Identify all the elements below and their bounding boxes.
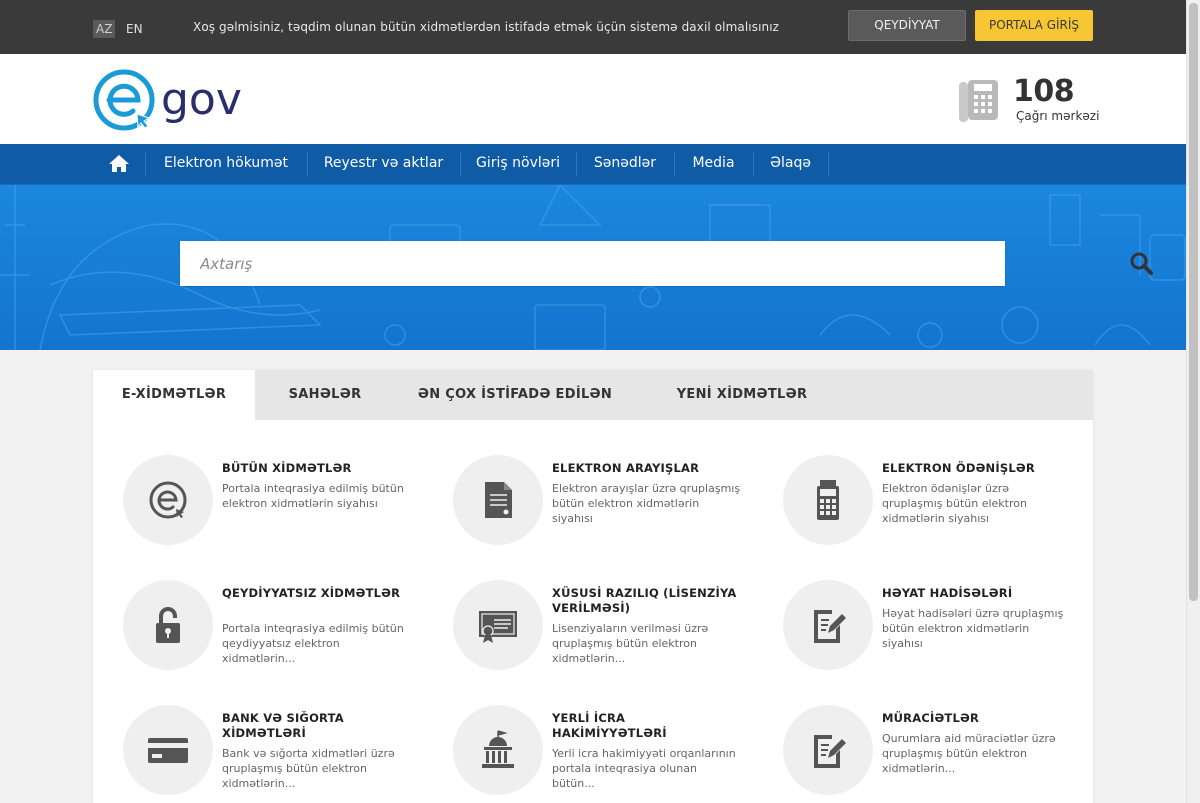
- nav-item-registry[interactable]: Reyestr və aktlar: [307, 144, 460, 184]
- service-title: XÜSUSİ RAZILIQ (LİSENZİYA VERİLMƏSİ): [552, 586, 737, 615]
- welcome-message: Xoş gəlmisiniz, təqdim olunan bütün xidm…: [193, 20, 780, 34]
- phone-icon: [958, 80, 1002, 124]
- service-description: Portala inteqrasiya edilmiş bütün elektr…: [222, 482, 404, 510]
- service-card-appeals[interactable]: MÜRACİƏTLƏR Qurumlara aid müraciətlər üz…: [783, 705, 1083, 803]
- services-panel: E-XİDMƏTLƏR SAHƏLƏR ƏN ÇOX İSTİFADƏ EDİL…: [93, 370, 1093, 803]
- edit-document-icon: [814, 610, 846, 643]
- main-nav: Elektron hökumət Reyestr və aktlar Giriş…: [0, 144, 1186, 185]
- service-card-licenses[interactable]: XÜSUSİ RAZILIQ (LİSENZİYA VERİLMƏSİ) Lis…: [453, 580, 753, 690]
- service-title: BÜTÜN XİDMƏTLƏR: [222, 461, 352, 475]
- service-card-electronic-payments[interactable]: ELEKTRON ÖDƏNİŞLƏR Elektron ödənişlər üz…: [783, 455, 1083, 565]
- search-input[interactable]: [180, 241, 940, 286]
- egov-logo[interactable]: gov: [93, 68, 263, 132]
- service-title: BANK VƏ SIĞORTA XİDMƏTLƏRİ: [222, 711, 344, 740]
- service-title: QEYDİYYATSIZ XİDMƏTLƏR: [222, 586, 401, 600]
- service-description: Elektron ödənişlər üzrə qruplaşmış bütün…: [882, 482, 1027, 525]
- tab-most-used[interactable]: ƏN ÇOX İSTİFADƏ EDİLƏN: [395, 370, 635, 420]
- nav-item-electronic-government[interactable]: Elektron hökumət: [145, 144, 307, 184]
- language-en[interactable]: EN: [123, 20, 146, 38]
- hotline-number: 108: [1013, 74, 1075, 109]
- edit-document-icon: [814, 735, 846, 768]
- site-header: gov 108 Çağrı mərkəzi: [0, 54, 1186, 144]
- service-title: MÜRACİƏTLƏR: [882, 711, 980, 725]
- service-description: Portala inteqrasiya edilmiş bütün qeydiy…: [222, 622, 404, 665]
- service-title: ELEKTRON ÖDƏNİŞLƏR: [882, 461, 1035, 475]
- service-card-unregistered-services[interactable]: QEYDİYYATSIZ XİDMƏTLƏR Portala inteqrasi…: [123, 580, 423, 690]
- service-description: Yerli icra hakimiyyəti orqanlarının port…: [552, 747, 736, 790]
- top-bar: AZ EN Xoş gəlmisiniz, təqdim olunan bütü…: [0, 0, 1186, 54]
- register-button[interactable]: QEYDİYYAT: [848, 10, 966, 41]
- service-description: Elektron arayışlar üzrə qruplaşmış bütün…: [552, 482, 741, 525]
- service-card-electronic-references[interactable]: ELEKTRON ARAYIŞLAR Elektron arayışlar üz…: [453, 455, 753, 565]
- tab-new-services[interactable]: YENİ XİDMƏTLƏR: [635, 370, 849, 420]
- nav-item-login-types[interactable]: Giriş növləri: [460, 144, 576, 184]
- document-icon: [485, 482, 512, 518]
- nav-item-contact[interactable]: Əlaqə: [753, 144, 828, 184]
- tab-sectors[interactable]: SAHƏLƏR: [255, 370, 395, 420]
- calculator-icon: [817, 480, 839, 520]
- service-title: HƏYAT HADİSƏLƏRİ: [882, 586, 1013, 600]
- service-card-life-events[interactable]: HƏYAT HADİSƏLƏRİ Həyat hadisələri üzrə q…: [783, 580, 1083, 690]
- search-hero: [0, 185, 1186, 350]
- unlock-icon: [156, 607, 180, 643]
- service-description: Bank və sığorta xidmətləri üzrə qruplaşm…: [222, 747, 395, 790]
- service-title: ELEKTRON ARAYIŞLAR: [552, 461, 700, 475]
- service-description: Lisenziyaların verilməsi üzrə qruplaşmış…: [552, 622, 709, 665]
- portal-login-button[interactable]: PORTALA GİRİŞ: [975, 10, 1093, 41]
- service-card-local-authorities[interactable]: YERLİ İCRA HAKİMİYYƏTLƏRİ Yerli icra hak…: [453, 705, 753, 803]
- service-card-bank-insurance[interactable]: BANK VƏ SIĞORTA XİDMƏTLƏRİ Bank və sığor…: [123, 705, 423, 803]
- hotline-label: Çağrı mərkəzi: [1016, 109, 1100, 123]
- search-box: [180, 241, 1153, 286]
- home-icon[interactable]: [93, 144, 145, 184]
- scrollbar-thumb[interactable]: [1189, 3, 1198, 601]
- service-description: Qurumlara aid müraciətlər üzrə qruplaşmı…: [882, 732, 1056, 775]
- tab-e-services[interactable]: E-XİDMƏTLƏR: [93, 370, 255, 420]
- services-tabs: E-XİDMƏTLƏR SAHƏLƏR ƏN ÇOX İSTİFADƏ EDİL…: [93, 370, 1093, 420]
- service-description: Həyat hadisələri üzrə qruplaşmış bütün e…: [882, 607, 1064, 650]
- nav-item-documents[interactable]: Sənədlər: [576, 144, 674, 184]
- page-scrollbar[interactable]: [1186, 0, 1200, 803]
- search-icon[interactable]: [1128, 251, 1158, 277]
- credit-card-icon: [148, 738, 188, 763]
- egov-icon: [149, 481, 187, 519]
- nav-item-media[interactable]: Media: [674, 144, 753, 184]
- nav-divider: [828, 152, 829, 176]
- certificate-icon: [479, 611, 517, 643]
- service-title: YERLİ İCRA HAKİMİYYƏTLƏRİ: [552, 711, 667, 740]
- language-az[interactable]: AZ: [93, 20, 116, 38]
- government-building-icon: [482, 730, 514, 768]
- service-card-all-services[interactable]: BÜTÜN XİDMƏTLƏR Portala inteqrasiya edil…: [123, 455, 423, 565]
- svg-text:gov: gov: [161, 74, 242, 125]
